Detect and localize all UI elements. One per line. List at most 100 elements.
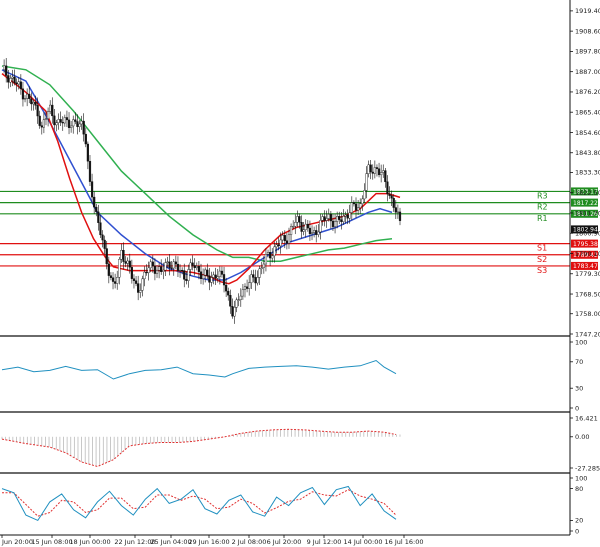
candle-body — [225, 284, 228, 292]
candle-body — [46, 111, 50, 119]
candle-body — [57, 119, 60, 123]
candle-body — [208, 275, 211, 283]
candle-body — [168, 261, 171, 268]
candle-body — [118, 259, 121, 278]
candle-body — [55, 122, 58, 126]
candle-body — [191, 262, 194, 266]
candle-body — [174, 261, 177, 265]
candle-body — [222, 274, 226, 286]
candle-body — [281, 235, 284, 241]
candle-body — [254, 277, 257, 284]
candle-body — [245, 286, 249, 289]
candle-body — [319, 220, 322, 233]
candle-body — [285, 240, 288, 244]
candle-body — [2, 65, 6, 70]
candle-body — [231, 306, 234, 317]
candle-body — [130, 267, 133, 279]
candle-body — [34, 102, 37, 106]
candle-body — [384, 170, 387, 183]
candle-body — [61, 122, 64, 124]
candle-body — [176, 263, 180, 271]
candle-body — [396, 211, 400, 213]
candle-body — [23, 98, 27, 100]
candle-body — [172, 261, 175, 269]
candle-body — [109, 275, 113, 278]
candle-body — [373, 167, 376, 174]
candle-body — [323, 216, 326, 221]
candle-body — [340, 219, 343, 222]
level-name-r2: R2 — [537, 203, 548, 212]
candle-body — [304, 223, 307, 230]
candle-body — [128, 260, 131, 268]
candle-body — [199, 271, 203, 279]
candle-body — [170, 267, 173, 269]
candle-body — [162, 269, 165, 272]
candle-body — [327, 214, 330, 219]
candle-body — [310, 232, 314, 235]
candle-body — [11, 76, 14, 79]
price-tick-label: 1779.30 — [575, 270, 600, 278]
candle-body — [5, 65, 8, 76]
candle-body — [204, 269, 207, 276]
candle-body — [275, 244, 278, 248]
time-tick-label: 6 Jul 20:00 — [267, 538, 302, 546]
candle-body — [78, 123, 81, 127]
candle-body — [363, 190, 366, 200]
price-tick-label: 1897.80 — [575, 48, 600, 56]
indicator-2-tick-label: -27.285 — [575, 464, 600, 472]
indicator-2-tick-label: 16.421 — [575, 414, 598, 422]
price-tick-label: 1854.60 — [575, 129, 600, 137]
price-tick-label: 1919.40 — [575, 7, 600, 15]
candle-body — [80, 120, 83, 125]
candle-body — [103, 239, 106, 249]
candle-body — [147, 267, 150, 273]
indicator-3-tick-label: 20 — [575, 517, 583, 525]
candle-body — [354, 203, 358, 211]
candle-body — [237, 299, 240, 301]
candle-body — [302, 229, 305, 232]
chart-background — [0, 0, 600, 547]
candle-body — [181, 269, 184, 272]
candle-body — [239, 295, 242, 300]
candle-body — [124, 261, 127, 264]
indicator-1-tick-label: 0 — [575, 404, 579, 412]
candle-body — [178, 269, 182, 272]
time-tick-label: 18 Jun 00:00 — [69, 538, 110, 546]
candle-body — [197, 266, 201, 272]
candle-body — [315, 230, 318, 235]
time-tick-label: 29 Jun 16:00 — [188, 538, 229, 546]
candle-body — [279, 239, 282, 247]
candle-body — [26, 93, 29, 99]
candle-body — [392, 197, 395, 208]
candle-body — [206, 269, 209, 277]
candle-body — [93, 196, 96, 208]
candle-body — [283, 235, 286, 241]
candle-body — [158, 266, 161, 271]
candle-body — [185, 279, 188, 281]
candle-body — [380, 172, 383, 176]
candle-body — [183, 270, 186, 280]
candle-body — [153, 265, 157, 274]
candle-body — [40, 125, 43, 128]
candle-body — [7, 75, 10, 83]
time-tick-label: 2 Jul 08:00 — [232, 538, 267, 546]
candle-body — [241, 289, 244, 297]
time-tick-label: 25 Jun 04:00 — [150, 538, 191, 546]
candle-body — [394, 207, 397, 213]
candle-body — [296, 216, 299, 223]
candle-body — [262, 263, 265, 268]
time-tick-label: 15 Jun 08:00 — [31, 538, 72, 546]
candle-body — [155, 270, 159, 274]
candle-body — [32, 102, 35, 105]
price-tick-label: 1747.20 — [575, 330, 600, 338]
indicator-1-tick-label: 70 — [575, 358, 583, 366]
indicator-2-tick-label: 0.00 — [575, 433, 589, 441]
candle-body — [390, 195, 393, 199]
candle-body — [308, 227, 312, 235]
candle-body — [359, 203, 362, 208]
candle-body — [344, 214, 347, 217]
candle-body — [17, 81, 20, 85]
candle-body — [116, 277, 119, 284]
candle-body — [336, 216, 339, 222]
level-price-label-s1: 1795.38 — [573, 241, 598, 248]
